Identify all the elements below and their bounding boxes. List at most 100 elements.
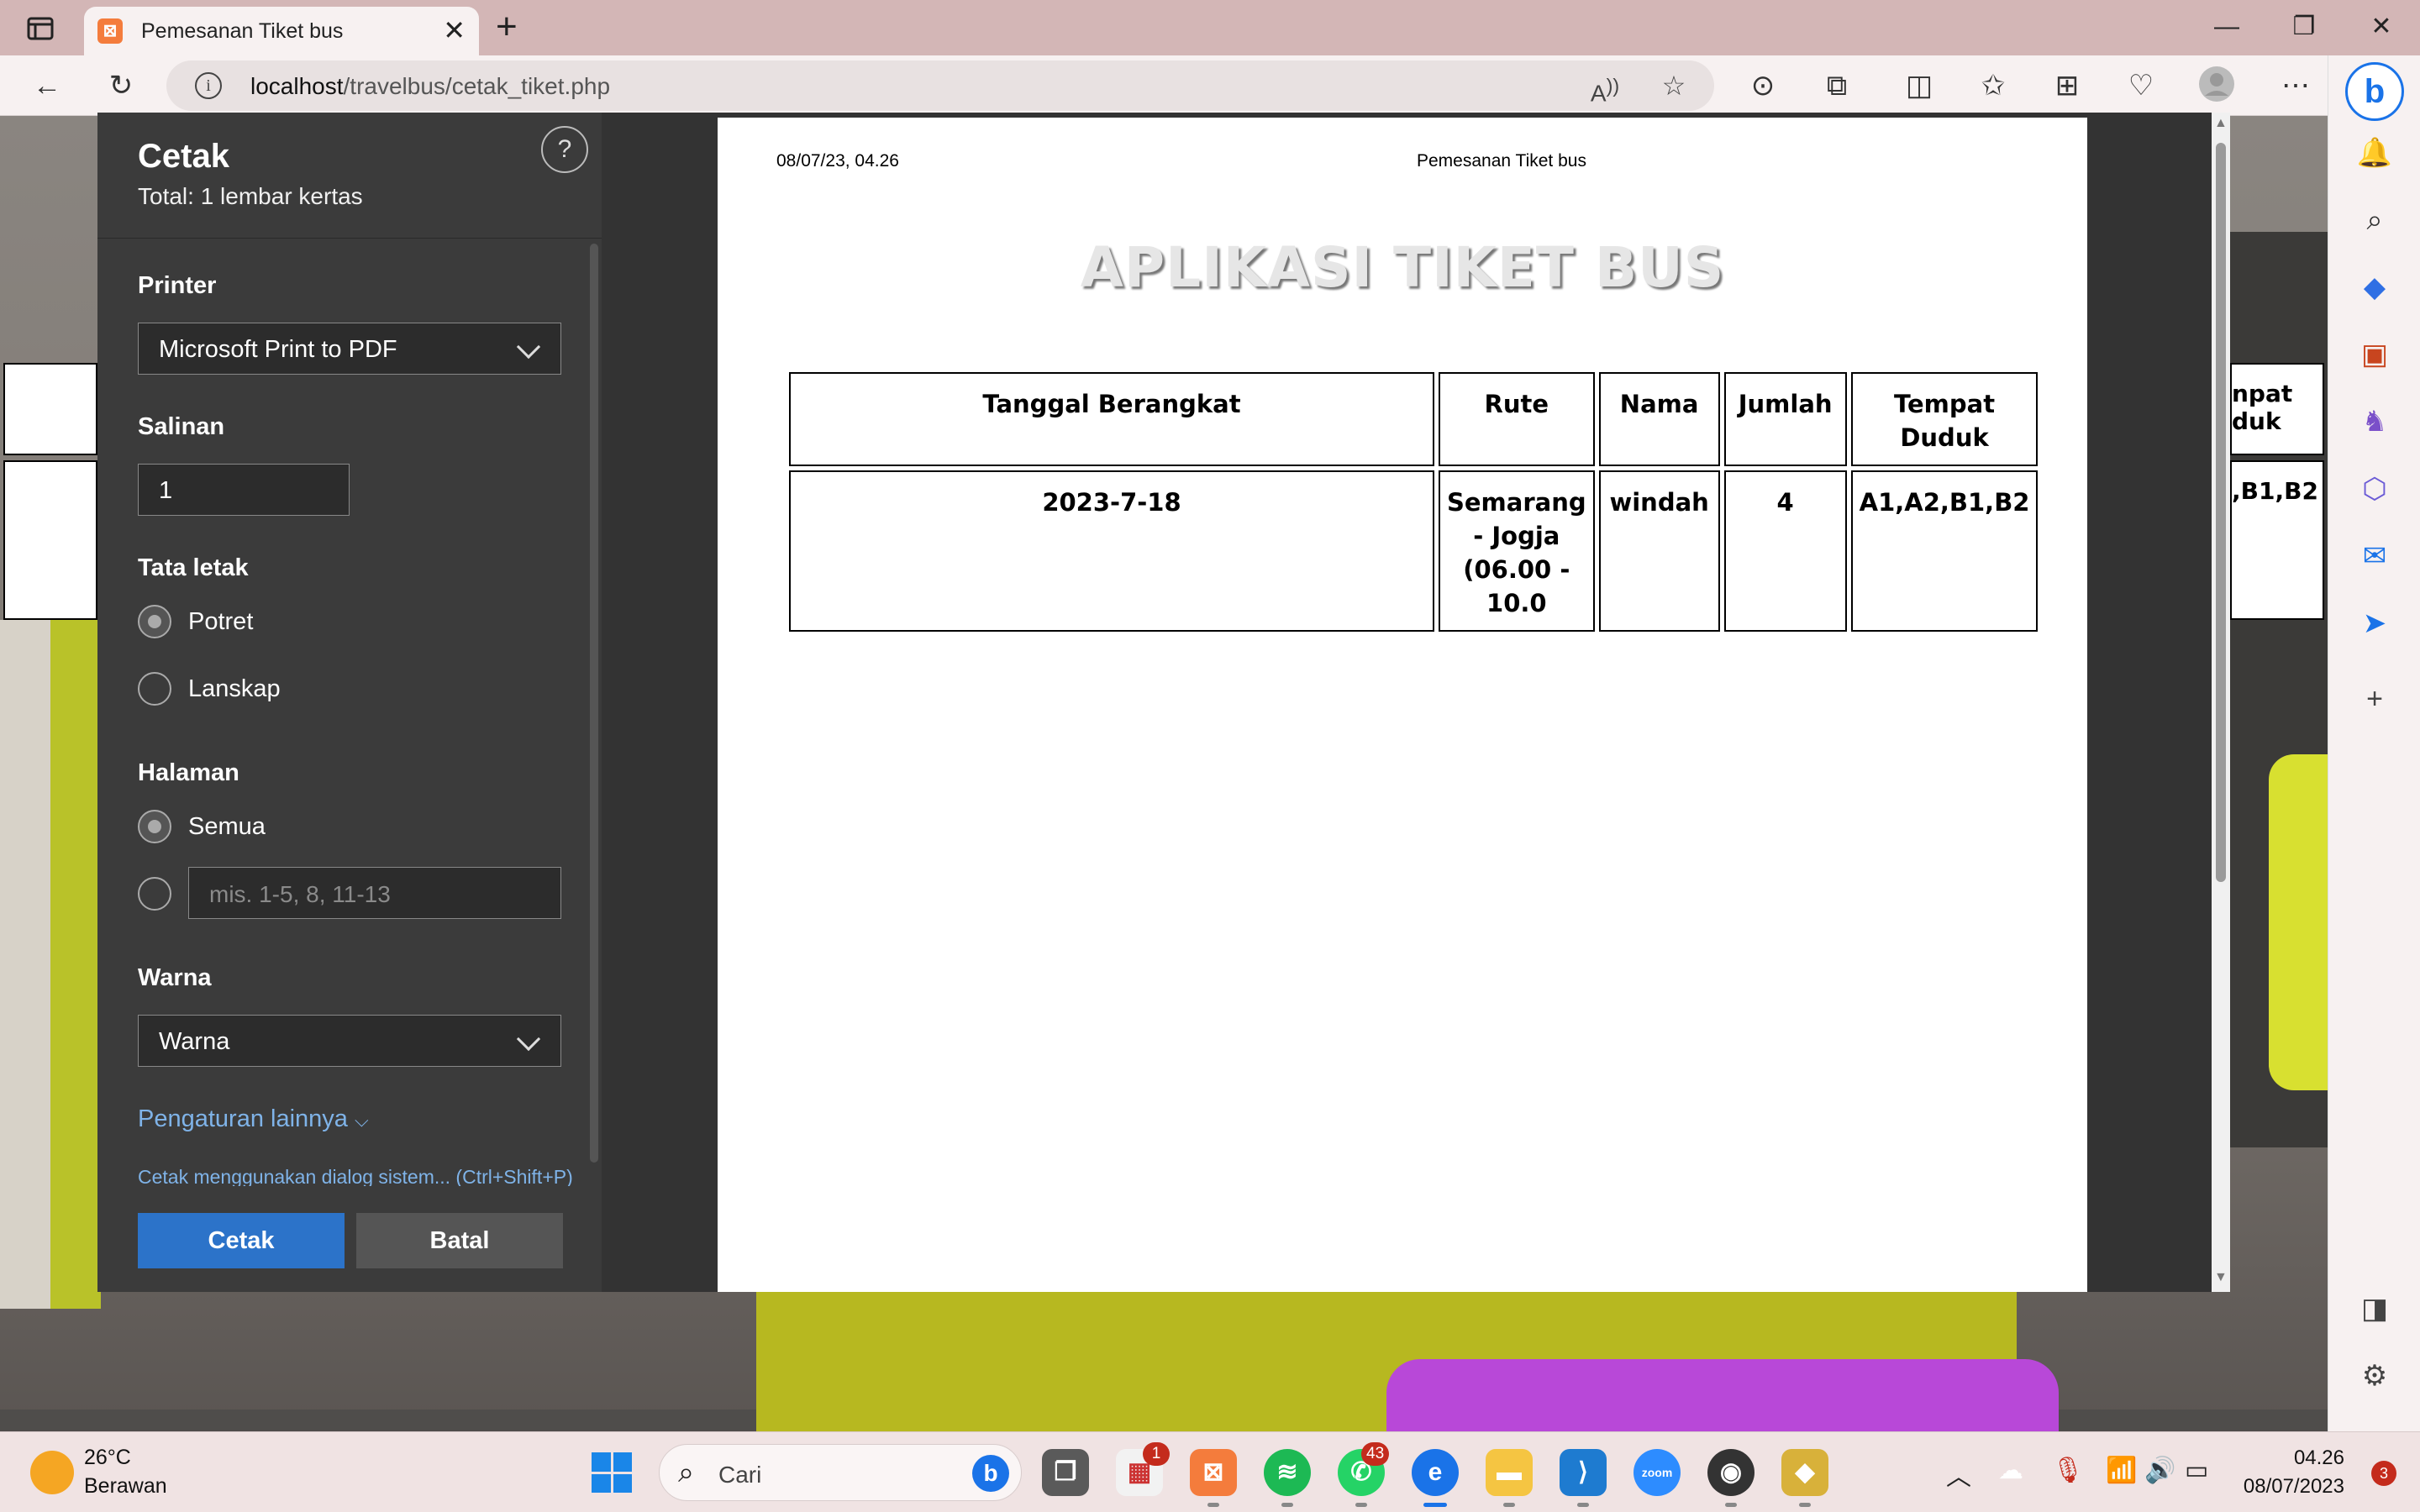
sidebar-toggle-icon[interactable]: ◨ [2351, 1285, 2398, 1332]
app-title: APLIKASI TIKET BUS [1080, 235, 1725, 300]
profile-icon[interactable] [2196, 66, 2237, 106]
cell-tanggal: 2023-7-18 [789, 470, 1434, 632]
back-arrow-icon[interactable]: ← [27, 66, 67, 106]
table-row: 2023-7-18 Semarang - Jogja (06.00 - 10.0… [789, 470, 2039, 632]
print-panel-footer: Cetak Batal [97, 1186, 602, 1292]
scroll-down-icon[interactable]: ▼ [2214, 1270, 2228, 1285]
shopping-tag-icon[interactable]: ◆ [2351, 264, 2398, 311]
cancel-button[interactable]: Batal [356, 1213, 563, 1268]
preview-scrollbar[interactable]: ▲ ▼ [2212, 113, 2230, 1292]
printer-select[interactable]: Microsoft Print to PDF [138, 323, 561, 375]
browser-tab[interactable]: ⊠ Pemesanan Tiket bus ✕ [84, 7, 479, 55]
read-aloud-icon[interactable]: A)) [1586, 67, 1623, 112]
settings-gear-icon[interactable]: ⚙ [2351, 1352, 2398, 1399]
edge-active-indicator [1423, 1503, 1447, 1507]
clock[interactable]: 04.26 08/07/2023 [2244, 1444, 2344, 1501]
url-text: localhost/travelbus/cetak_tiket.php [250, 73, 610, 100]
page-fragment-left-cell [3, 460, 97, 620]
print-preview-page: 08/07/23, 04.26 Pemesanan Tiket bus APLI… [718, 118, 2087, 1292]
favorites-icon[interactable]: ✩ [1973, 66, 2013, 106]
print-title: Cetak [138, 138, 229, 175]
printer-label: Printer [138, 272, 217, 299]
collections-icon[interactable]: ⊞ [2047, 66, 2087, 106]
bing-icon[interactable]: b [2345, 62, 2404, 121]
outlook-icon[interactable]: ✉ [2351, 533, 2398, 580]
color-select[interactable]: Warna [138, 1015, 561, 1067]
tools-icon[interactable]: ▣ [2351, 331, 2398, 378]
edge-icon[interactable]: e [1412, 1449, 1459, 1496]
close-window-button[interactable]: ✕ [2356, 8, 2407, 45]
obs-running-indicator [1725, 1503, 1737, 1507]
tray-overflow-icon[interactable]: ︿ [1946, 1456, 1971, 1493]
restore-button[interactable]: ❐ [2279, 8, 2329, 45]
cell-nama: windah [1598, 470, 1720, 632]
url-path: /travelbus/cetak_tiket.php [343, 73, 611, 99]
windows-start-icon[interactable] [592, 1452, 632, 1493]
spotify-icon[interactable]: ≋ [1264, 1449, 1311, 1496]
more-icon[interactable]: ⋯ [2275, 66, 2316, 106]
microsoft-365-icon[interactable]: ⬡ [2351, 465, 2398, 512]
split-screen-icon[interactable]: ◫ [1899, 66, 1939, 106]
puzzle-icon[interactable]: ⧉ [1817, 66, 1857, 106]
info-icon[interactable]: i [195, 72, 222, 99]
chevron-down-icon [516, 1026, 541, 1052]
layout-portrait-radio[interactable] [138, 605, 171, 638]
page-fragment-right-header: npat duk [2230, 363, 2324, 455]
layout-landscape-radio[interactable] [138, 672, 171, 706]
add-icon[interactable]: + [2351, 675, 2398, 722]
volume-icon[interactable]: 🔊 [2144, 1456, 2175, 1485]
pages-range-input[interactable]: mis. 1-5, 8, 11-13 [188, 867, 561, 919]
tab-bar: ⊠ Pemesanan Tiket bus ✕ + — ❐ ✕ [0, 0, 2420, 55]
panel-scrollbar[interactable] [590, 244, 598, 1163]
task-view-icon[interactable]: ❐ [1042, 1449, 1089, 1496]
pages-custom-radio[interactable] [138, 877, 171, 911]
help-icon[interactable]: ? [541, 126, 588, 173]
copies-input[interactable]: 1 [138, 464, 350, 516]
star-icon[interactable]: ☆ [1655, 67, 1692, 104]
new-tab-button[interactable]: + [496, 8, 518, 45]
tab-title: Pemesanan Tiket bus [141, 19, 344, 43]
drop-icon[interactable]: ➤ [2351, 600, 2398, 647]
address-bar[interactable]: i localhost/travelbus/cetak_tiket.php A)… [166, 60, 1714, 111]
tab-actions-icon[interactable] [24, 12, 57, 45]
git-icon[interactable]: ◆ [1781, 1449, 1828, 1496]
git-running-indicator [1799, 1503, 1811, 1507]
print-panel-header: Cetak Total: 1 lembar kertas ? [97, 113, 602, 239]
cell-rute: Semarang - Jogja (06.00 - 10.0 [1439, 470, 1595, 632]
obs-icon[interactable]: ◉ [1707, 1449, 1754, 1496]
bing-search-icon: b [972, 1455, 1009, 1492]
xampp-icon[interactable]: ⊠ [1190, 1449, 1237, 1496]
games-icon[interactable]: ♞ [2351, 398, 2398, 445]
taskbar-search[interactable]: ⌕ Cari b [659, 1444, 1022, 1501]
vscode-icon[interactable]: ⟩ [1560, 1449, 1607, 1496]
header-tanggal: Tanggal Berangkat [789, 372, 1434, 466]
browser-essentials-icon[interactable]: ⊙ [1743, 66, 1783, 106]
print-dialog: Cetak Total: 1 lembar kertas ? Printer M… [97, 113, 2230, 1292]
page-fragment-left-header [3, 363, 97, 455]
print-button[interactable]: Cetak [138, 1213, 345, 1268]
notification-badge[interactable]: 3 [2371, 1461, 2396, 1486]
file-explorer-icon[interactable]: ▬ [1486, 1449, 1533, 1496]
system-dialog-link[interactable]: Cetak menggunakan dialog sistem... (Ctrl… [138, 1166, 573, 1189]
health-icon[interactable]: ♡ [2121, 66, 2161, 106]
search-icon[interactable]: ⌕ [2351, 197, 2398, 244]
battery-icon[interactable]: ▭ [2185, 1456, 2208, 1485]
scroll-up-icon[interactable]: ▲ [2214, 116, 2228, 131]
minimize-button[interactable]: — [2202, 8, 2252, 45]
bell-icon[interactable]: 🔔 [2351, 129, 2398, 176]
chevron-down-icon [516, 334, 541, 360]
more-settings-label: Pengaturan lainnya [138, 1105, 348, 1132]
pages-all-radio[interactable] [138, 810, 171, 843]
microphone-icon[interactable]: 🎙 [2052, 1456, 2084, 1485]
zoom-icon[interactable]: zoom [1634, 1449, 1681, 1496]
onedrive-cloud-icon[interactable]: ☁ [1998, 1456, 2023, 1485]
preview-scrollbar-thumb[interactable] [2216, 143, 2226, 882]
refresh-icon[interactable]: ↻ [101, 66, 141, 106]
weather-sun-icon[interactable] [30, 1451, 74, 1494]
wifi-icon[interactable]: 📶 [2106, 1456, 2137, 1485]
xampp-running-indicator [1207, 1503, 1219, 1507]
bus-left-stripe [50, 620, 101, 1309]
weather-temp: 26°C [84, 1446, 131, 1469]
more-settings-link[interactable]: Pengaturan lainnya ⌵ [138, 1105, 369, 1133]
tab-close-icon[interactable]: ✕ [443, 15, 466, 45]
